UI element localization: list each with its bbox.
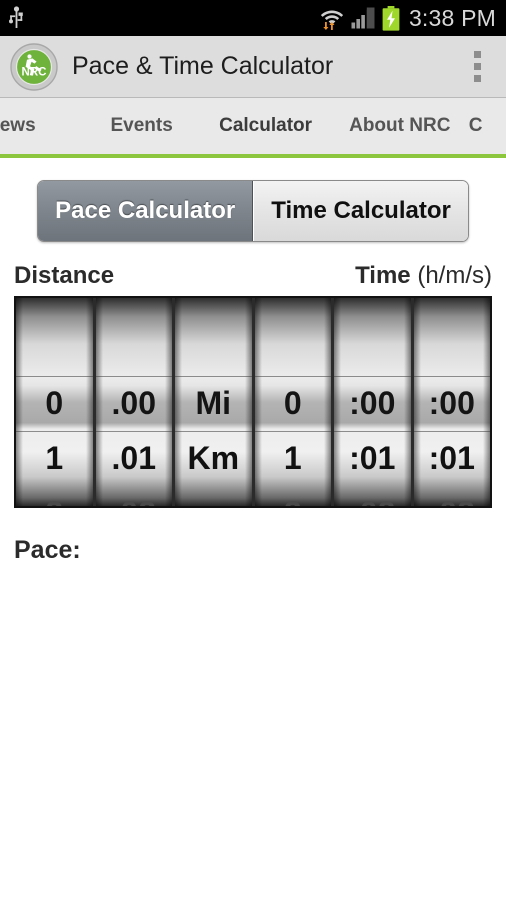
tab-about-nrc-label: About NRC [349, 115, 451, 136]
tab-events-label: Events [110, 115, 173, 136]
overflow-dot [473, 63, 481, 70]
tab-contact-partial[interactable]: C [469, 98, 506, 158]
spinner-cell[interactable]: :01 [334, 431, 411, 486]
page-title: Pace & Time Calculator [72, 52, 334, 80]
time-units-label: (h/m/s) [417, 262, 492, 289]
tab-news[interactable]: News [0, 98, 83, 158]
spinner-cell[interactable]: 1 [16, 431, 93, 486]
wifi-icon [320, 10, 344, 30]
time-seconds-cells: :00 :01 :02 [414, 376, 491, 506]
pace-result-row: Pace: [0, 508, 506, 565]
overflow-dot [473, 51, 481, 58]
spinner-cell[interactable]: .02 [96, 486, 173, 506]
spinner-cell-empty [175, 486, 252, 506]
distance-unit-cells: Mi Km [175, 376, 252, 506]
spinner-cell[interactable]: 1 [255, 431, 332, 486]
usb-icon [9, 6, 23, 28]
pace-calculator-button[interactable]: Pace Calculator [38, 181, 254, 241]
spinner-cell[interactable]: :00 [414, 376, 491, 431]
distance-fraction-cells: .00 .01 .02 [96, 376, 173, 506]
status-bar-right: 3:38 PM [320, 5, 496, 32]
status-bar-left [8, 6, 25, 30]
spinner-cell[interactable]: 2 [16, 486, 93, 506]
pace-result-value [81, 536, 87, 564]
pace-result-label: Pace: [14, 536, 81, 564]
nrc-logo-icon: NRC [10, 42, 58, 91]
tab-events[interactable]: Events [83, 98, 200, 158]
spinner-cell[interactable]: Km [175, 431, 252, 486]
time-label: Time [355, 262, 411, 289]
distance-whole-spinner[interactable]: 0 1 2 [16, 298, 96, 506]
svg-text:NRC: NRC [22, 66, 47, 78]
time-minutes-spinner[interactable]: :00 :01 :02 [334, 298, 414, 506]
field-labels: Distance Time (h/m/s) [0, 242, 506, 296]
tab-calculator-label: Calculator [219, 115, 313, 136]
time-minutes-cells: :00 :01 :02 [334, 376, 411, 506]
distance-fraction-spinner[interactable]: .00 .01 .02 [95, 298, 175, 506]
spinner-cell[interactable]: :02 [414, 486, 491, 506]
distance-label: Distance [14, 262, 115, 289]
status-bar-clock: 3:38 PM [408, 4, 496, 31]
overflow-menu-icon[interactable] [454, 41, 500, 93]
app-bar: NRC Pace & Time Calculator [0, 36, 506, 98]
spinner-cell[interactable]: .00 [96, 376, 173, 431]
signal-bars-icon [351, 7, 375, 29]
spinner-cell[interactable]: 0 [255, 376, 332, 431]
spinner-cell[interactable]: :02 [334, 486, 411, 506]
spinner-cell[interactable]: .01 [96, 431, 173, 486]
tab-calculator[interactable]: Calculator [200, 98, 331, 158]
time-calculator-label: Time Calculator [271, 197, 451, 224]
segmented-control: Pace Calculator Time Calculator [37, 180, 469, 242]
time-seconds-spinner[interactable]: :00 :01 :02 [413, 298, 491, 506]
battery-charging-icon [382, 5, 400, 31]
time-calculator-button[interactable]: Time Calculator [253, 181, 468, 241]
value-picker: 0 1 2 .00 .01 .02 Mi Km 0 1 2 [14, 296, 492, 508]
tab-contact-label: C [468, 115, 483, 136]
tab-news-label: News [0, 115, 36, 136]
overflow-dot [473, 75, 481, 82]
pace-calculator-label: Pace Calculator [55, 197, 236, 224]
spinner-cell[interactable]: 0 [16, 376, 93, 431]
tab-about-nrc[interactable]: About NRC [331, 98, 469, 158]
tab-bar: News Events Calculator About NRC C [0, 98, 506, 158]
spinner-cell[interactable]: Mi [175, 376, 252, 431]
status-bar: 3:38 PM [0, 0, 506, 36]
time-hours-cells: 0 1 2 [255, 376, 332, 506]
distance-whole-cells: 0 1 2 [16, 376, 93, 506]
spinner-cell[interactable]: :00 [334, 376, 411, 431]
spinner-cell[interactable]: :01 [414, 431, 491, 486]
spinner-cell[interactable]: 2 [255, 486, 332, 506]
distance-unit-spinner[interactable]: Mi Km [175, 298, 255, 506]
calculator-mode-switcher: Pace Calculator Time Calculator [0, 158, 506, 242]
time-hours-spinner[interactable]: 0 1 2 [254, 298, 334, 506]
time-label-group: Time (h/m/s) [355, 262, 492, 290]
